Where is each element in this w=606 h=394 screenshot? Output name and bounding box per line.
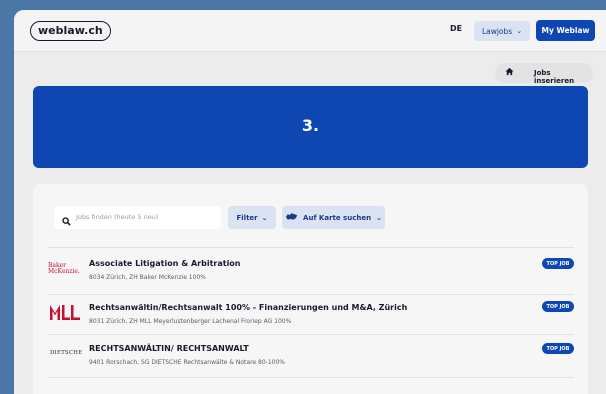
job-listing[interactable]: DIETSCHE RECHTSANWÄLTIN/ RECHTSANWALT 94… bbox=[48, 335, 574, 379]
top-job-badge: TOP JOB bbox=[542, 301, 574, 312]
company-logo: DIETSCHE bbox=[48, 335, 88, 379]
company-logo: Baker McKenzie. bbox=[48, 250, 88, 294]
chevron-down-icon: ⌄ bbox=[376, 213, 382, 222]
divider bbox=[48, 247, 574, 248]
switzerland-map-icon bbox=[285, 212, 298, 223]
filter-label: Filter bbox=[236, 213, 258, 222]
search-placeholder: Jobs finden (heute 5 neu) bbox=[76, 213, 159, 221]
job-meta: 8031 Zürich, ZH MLL Meyerlustenberger La… bbox=[89, 318, 292, 325]
language-switch[interactable]: DE bbox=[450, 24, 462, 33]
company-logo bbox=[48, 295, 88, 339]
job-search-panel: Jobs finden (heute 5 neu) Filter ⌄ Auf K… bbox=[33, 184, 588, 394]
hero-banner: 3. bbox=[33, 86, 588, 168]
jobs-inserieren-label: Jobs inserieren bbox=[534, 69, 575, 85]
my-weblaw-button[interactable]: My Weblaw bbox=[536, 20, 595, 41]
chevron-down-icon: ⌄ bbox=[516, 27, 523, 35]
job-title[interactable]: Associate Litigation & Arbitration bbox=[89, 259, 241, 268]
job-meta: 9401 Rorschach, SG DIETSCHE Rechtsanwält… bbox=[89, 359, 285, 366]
search-icon bbox=[62, 211, 71, 230]
job-title[interactable]: RECHTSANWÄLTIN/ RECHTSANWALT bbox=[89, 344, 249, 353]
job-search-input[interactable]: Jobs finden (heute 5 neu) bbox=[54, 206, 221, 229]
divider bbox=[48, 377, 574, 378]
filter-dropdown-button[interactable]: Filter ⌄ bbox=[228, 206, 276, 229]
jobs-inserieren-button[interactable]: Jobs inserieren bbox=[495, 63, 593, 85]
lawjobs-label: Lawjobs bbox=[481, 26, 513, 36]
top-job-badge: TOP JOB bbox=[542, 258, 574, 269]
hero-step-number: 3. bbox=[301, 116, 320, 135]
map-search-button[interactable]: Auf Karte suchen ⌄ bbox=[282, 206, 385, 229]
mll-logo bbox=[50, 305, 80, 320]
job-meta: 8034 Zürich, ZH Baker McKenzie 100% bbox=[89, 274, 206, 281]
map-search-label: Auf Karte suchen bbox=[303, 213, 372, 222]
lawjobs-dropdown-button[interactable]: Lawjobs ⌄ bbox=[474, 21, 530, 41]
chevron-down-icon: ⌄ bbox=[261, 213, 268, 222]
job-listing[interactable]: Rechtsanwältin/Rechtsanwalt 100% - Finan… bbox=[48, 295, 574, 339]
weblaw-logo[interactable]: weblaw.ch bbox=[30, 21, 111, 41]
top-navigation-bar: weblaw.ch DE Lawjobs ⌄ My Weblaw bbox=[14, 10, 606, 52]
job-listing[interactable]: Baker McKenzie. Associate Litigation & A… bbox=[48, 250, 574, 294]
dietsche-logo: DIETSCHE bbox=[50, 350, 83, 356]
job-title[interactable]: Rechtsanwältin/Rechtsanwalt 100% - Finan… bbox=[89, 303, 407, 312]
baker-mckenzie-logo: Baker McKenzie. bbox=[48, 262, 80, 275]
top-job-badge: TOP JOB bbox=[542, 343, 574, 354]
browser-frame: weblaw.ch DE Lawjobs ⌄ My Weblaw Jobs in… bbox=[14, 10, 606, 394]
home-icon bbox=[505, 67, 514, 78]
